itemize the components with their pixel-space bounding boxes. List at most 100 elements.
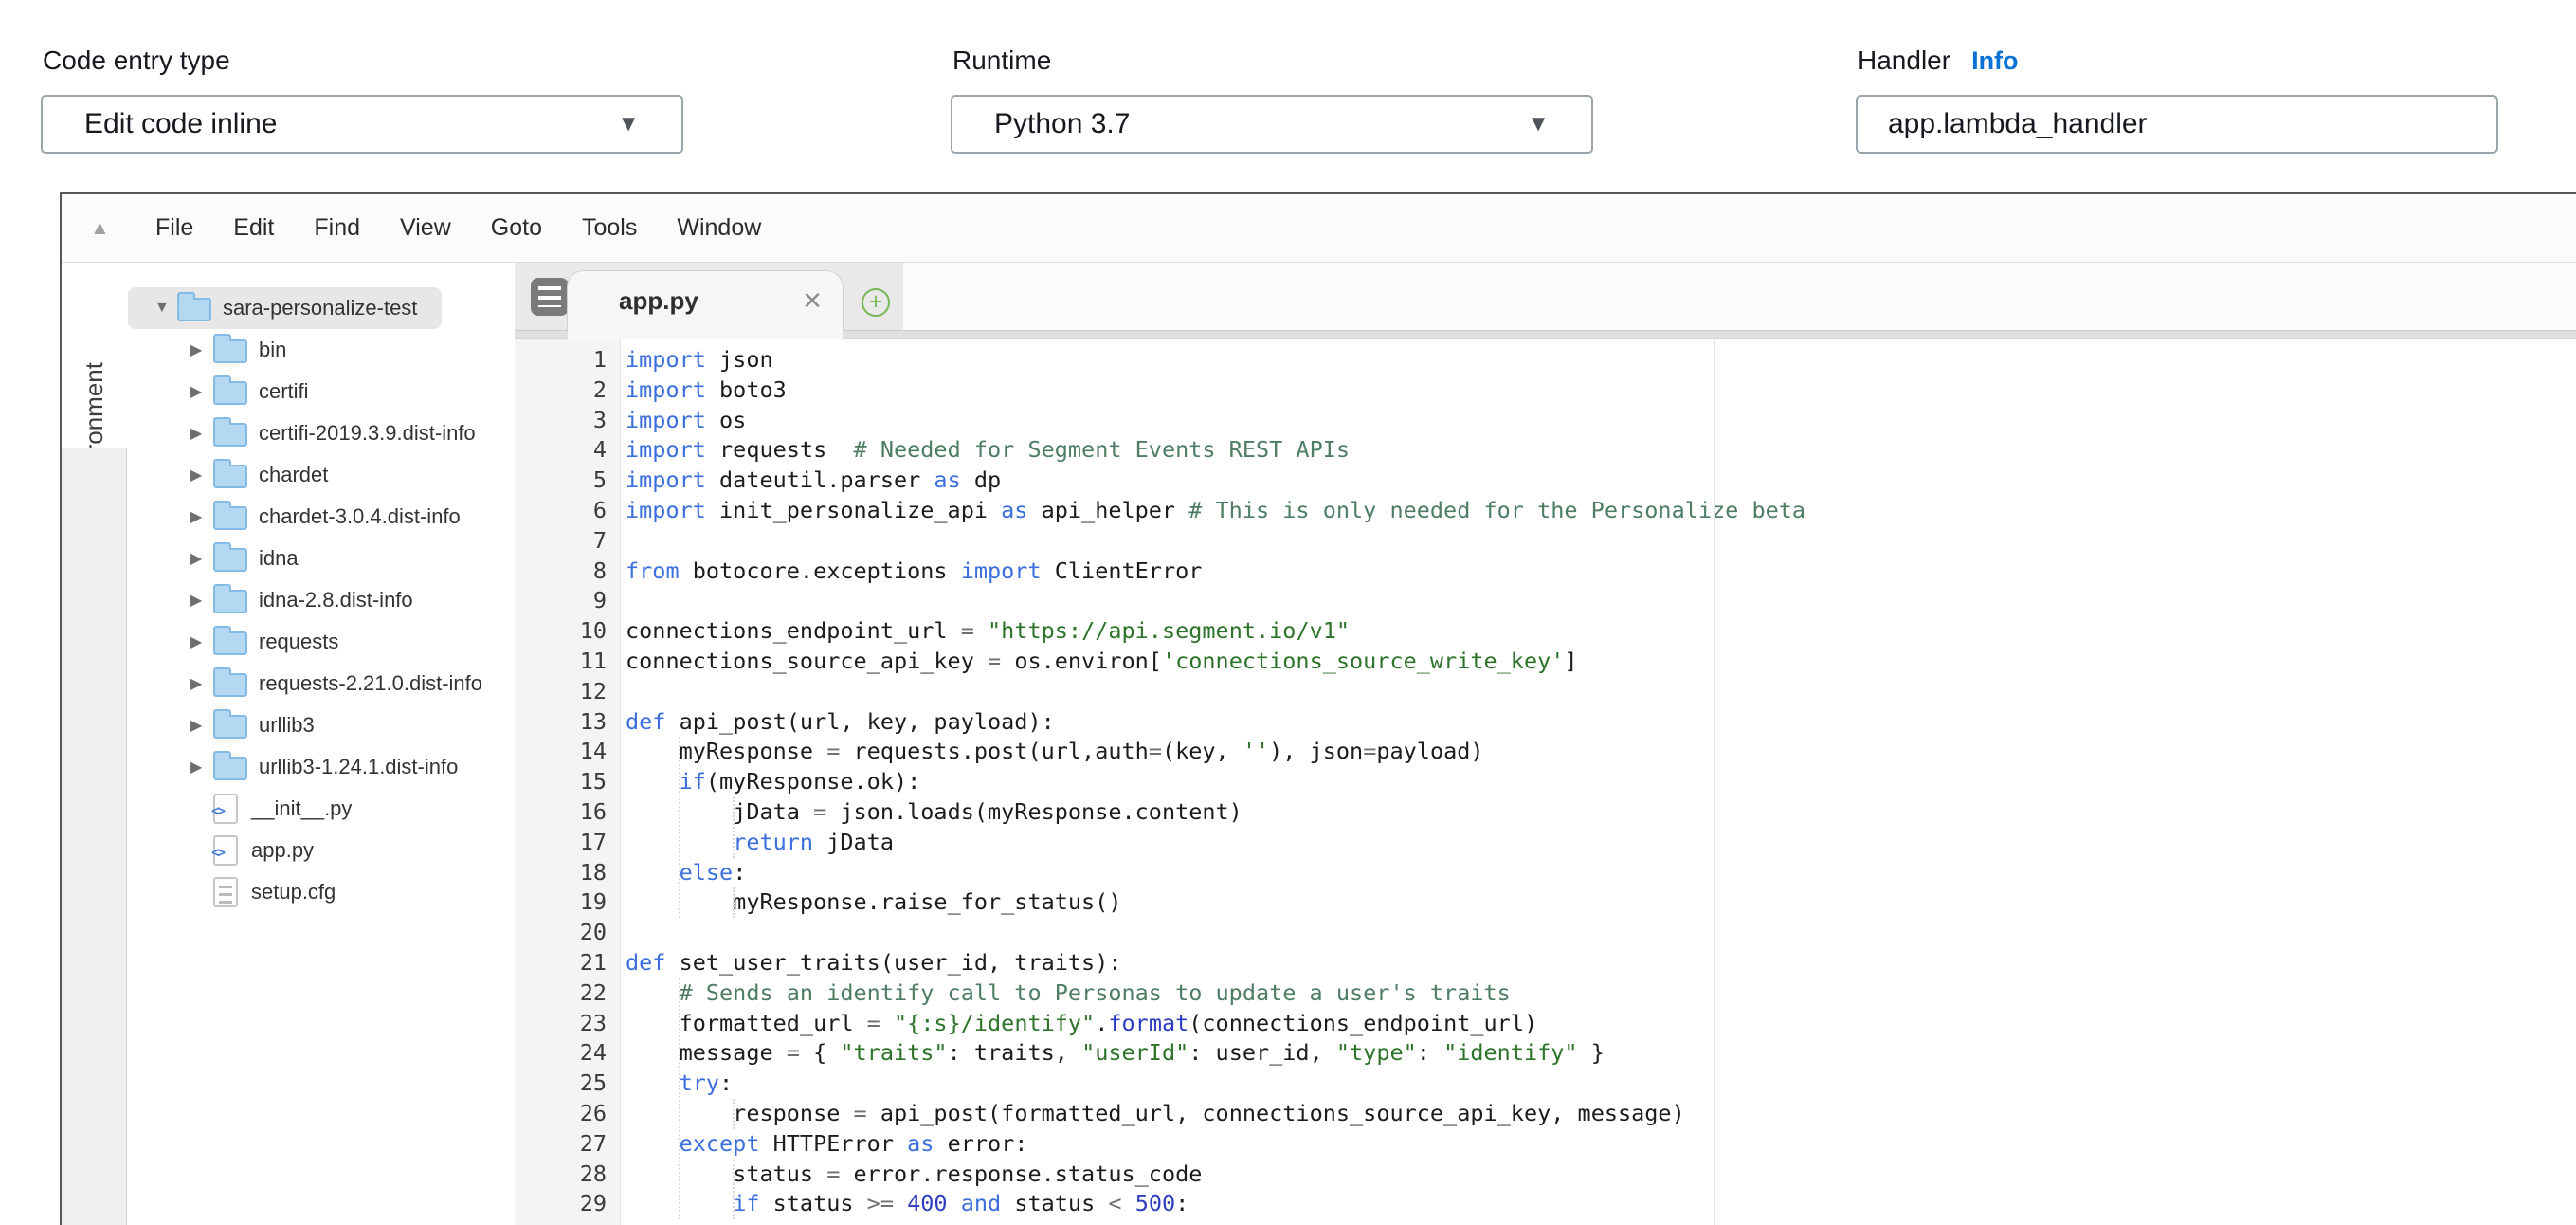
tab-app-py[interactable]: app.py (567, 270, 844, 330)
chevron-right-icon[interactable] (190, 424, 213, 443)
line-number[interactable]: 12 (515, 677, 620, 707)
tree-row-init-py[interactable]: __init__.py (128, 788, 376, 830)
code-line[interactable]: myResponse.raise_for_status() (626, 887, 2576, 918)
line-number[interactable]: 2 (515, 375, 620, 406)
line-number[interactable]: 8 (515, 557, 620, 587)
handler-input[interactable]: app.lambda_handler (1856, 95, 2498, 154)
code-line[interactable]: import os (626, 406, 2576, 436)
chevron-right-icon[interactable] (190, 632, 213, 651)
chevron-right-icon[interactable] (190, 716, 213, 735)
line-number[interactable]: 16 (515, 797, 620, 828)
collapse-editor-icon[interactable] (90, 217, 115, 240)
line-number[interactable]: 27 (515, 1129, 620, 1160)
tree-row-chardet-3-0-4-dist-info[interactable]: chardet-3.0.4.dist-info (128, 496, 485, 538)
line-number[interactable]: 18 (515, 858, 620, 888)
code-line[interactable]: import json (626, 345, 2576, 375)
menu-item-goto[interactable]: Goto (471, 214, 562, 242)
code-line[interactable]: message = { "traits": traits, "userId": … (626, 1038, 2576, 1069)
menu-item-file[interactable]: File (136, 214, 213, 242)
tree-row-idna-2-8-dist-info[interactable]: idna-2.8.dist-info (128, 579, 438, 621)
code-line[interactable]: else: (626, 858, 2576, 888)
code-line[interactable] (626, 918, 2576, 948)
chevron-right-icon[interactable] (190, 340, 213, 359)
line-number[interactable]: 13 (515, 707, 620, 738)
chevron-right-icon[interactable] (190, 507, 213, 526)
line-number[interactable]: 15 (515, 767, 620, 797)
tab-list-icon[interactable] (531, 278, 569, 316)
tree-row-sara-personalize-test[interactable]: sara-personalize-test (128, 287, 442, 329)
chevron-right-icon[interactable] (190, 549, 213, 568)
line-number[interactable]: 3 (515, 406, 620, 436)
chevron-right-icon[interactable] (190, 382, 213, 401)
code-line[interactable] (626, 586, 2576, 616)
tree-row-certifi-2019-3-9-dist-info[interactable]: certifi-2019.3.9.dist-info (128, 412, 500, 454)
code-line[interactable]: if status >= 400 and status < 500: (626, 1189, 2576, 1219)
new-tab-plus-icon[interactable] (862, 288, 890, 317)
line-number[interactable]: 1 (515, 345, 620, 375)
tree-row-setup-cfg[interactable]: setup.cfg (128, 871, 360, 913)
tree-row-app-py[interactable]: app.py (128, 830, 338, 871)
line-number[interactable]: 4 (515, 435, 620, 466)
tree-row-bin[interactable]: bin (128, 329, 311, 371)
tree-row-urllib3-1-24-1-dist-info[interactable]: urllib3-1.24.1.dist-info (128, 746, 482, 788)
environment-sidebar-tab[interactable]: Environment (62, 263, 128, 448)
line-number[interactable]: 29 (515, 1189, 620, 1219)
code-editor[interactable]: 1234567891011121314151617181920212223242… (515, 339, 2576, 1225)
line-number[interactable]: 19 (515, 887, 620, 918)
line-number[interactable]: 21 (515, 948, 620, 978)
code-line[interactable]: connections_source_api_key = os.environ[… (626, 647, 2576, 677)
code-line[interactable]: import init_personalize_api as api_helpe… (626, 496, 2576, 526)
tree-row-requests[interactable]: requests (128, 621, 363, 663)
line-number[interactable]: 20 (515, 918, 620, 948)
code-text-area[interactable]: import jsonimport boto3import osimport r… (621, 339, 2576, 1225)
line-number[interactable]: 7 (515, 526, 620, 557)
code-line[interactable]: import dateutil.parser as dp (626, 466, 2576, 496)
code-entry-type-select[interactable]: Edit code inline (41, 95, 683, 154)
line-number[interactable]: 28 (515, 1160, 620, 1190)
code-line[interactable]: return jData (626, 828, 2576, 858)
menu-item-find[interactable]: Find (294, 214, 380, 242)
code-line[interactable]: myResponse = requests.post(url,auth=(key… (626, 737, 2576, 767)
code-line[interactable]: def api_post(url, key, payload): (626, 707, 2576, 738)
code-line[interactable]: status = error.response.status_code (626, 1160, 2576, 1190)
line-number[interactable]: 22 (515, 978, 620, 1009)
code-line[interactable]: if(myResponse.ok): (626, 767, 2576, 797)
code-line[interactable]: formatted_url = "{:s}/identify".format(c… (626, 1009, 2576, 1039)
line-number[interactable]: 14 (515, 737, 620, 767)
menu-item-edit[interactable]: Edit (213, 214, 294, 242)
code-line[interactable]: try: (626, 1069, 2576, 1099)
handler-info-link[interactable]: Info (1971, 46, 2018, 75)
menu-item-view[interactable]: View (380, 214, 471, 242)
code-line[interactable]: except HTTPError as error: (626, 1129, 2576, 1160)
code-line[interactable]: def set_user_traits(user_id, traits): (626, 948, 2576, 978)
runtime-select[interactable]: Python 3.7 (951, 95, 1593, 154)
code-line[interactable]: connections_endpoint_url = "https://api.… (626, 616, 2576, 647)
tree-row-urllib3[interactable]: urllib3 (128, 704, 339, 746)
line-number[interactable]: 24 (515, 1038, 620, 1069)
line-number[interactable]: 26 (515, 1099, 620, 1129)
code-line[interactable]: import boto3 (626, 375, 2576, 406)
code-line[interactable]: import requests # Needed for Segment Eve… (626, 435, 2576, 466)
line-number[interactable]: 10 (515, 616, 620, 647)
line-number-gutter[interactable]: 1234567891011121314151617181920212223242… (515, 339, 621, 1225)
line-number[interactable]: 23 (515, 1009, 620, 1039)
chevron-right-icon[interactable] (190, 591, 213, 610)
chevron-right-icon[interactable] (190, 674, 213, 693)
line-number[interactable]: 17 (515, 828, 620, 858)
code-line[interactable] (626, 677, 2576, 707)
line-number[interactable]: 6 (515, 496, 620, 526)
tree-row-idna[interactable]: idna (128, 538, 323, 579)
code-line[interactable]: from botocore.exceptions import ClientEr… (626, 557, 2576, 587)
menu-item-tools[interactable]: Tools (562, 214, 657, 242)
code-line[interactable]: jData = json.loads(myResponse.content) (626, 797, 2576, 828)
code-line[interactable]: # Sends an identify call to Personas to … (626, 978, 2576, 1009)
line-number[interactable]: 11 (515, 647, 620, 677)
code-line[interactable]: response = api_post(formatted_url, conne… (626, 1099, 2576, 1129)
tree-row-requests-2-21-0-dist-info[interactable]: requests-2.21.0.dist-info (128, 663, 507, 704)
line-number[interactable]: 5 (515, 466, 620, 496)
chevron-down-icon[interactable] (154, 300, 177, 317)
line-number[interactable]: 9 (515, 586, 620, 616)
close-icon[interactable] (803, 284, 822, 317)
code-line[interactable] (626, 526, 2576, 557)
line-number[interactable]: 25 (515, 1069, 620, 1099)
